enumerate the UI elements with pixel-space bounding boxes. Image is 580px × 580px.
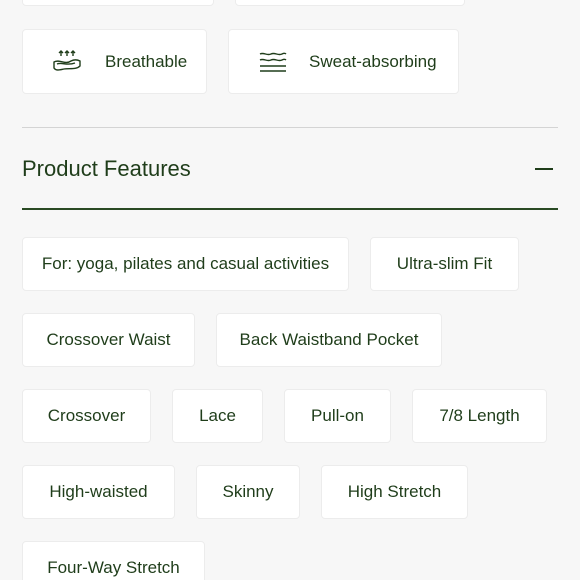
feature-chip: Crossover Waist (22, 313, 195, 367)
attribute-label: Breathable (105, 51, 188, 71)
attribute-chip-sweat-absorbing: Sweat-absorbing (228, 29, 459, 94)
feature-chip: Ultra-slim Fit (370, 237, 519, 291)
breathable-icon (51, 49, 83, 75)
feature-chip: Back Waistband Pocket (216, 313, 442, 367)
feature-chip: Lace (172, 389, 263, 443)
attribute-chip-partial (22, 0, 214, 6)
feature-label: Crossover Waist (46, 330, 171, 349)
collapse-toggle-button[interactable] (533, 158, 555, 180)
attribute-label: Sweat-absorbing (309, 51, 437, 71)
sweat-absorbing-icon (257, 49, 289, 75)
feature-label: Ultra-slim Fit (396, 254, 493, 273)
feature-chip: Crossover (22, 389, 151, 443)
feature-label: Back Waistband Pocket (239, 330, 419, 349)
feature-chip: Skinny (196, 465, 300, 519)
feature-label: High-waisted (49, 482, 148, 501)
feature-label: Crossover (47, 406, 126, 425)
feature-label: Skinny (222, 482, 274, 501)
attribute-chip-partial (235, 0, 465, 6)
feature-chip: High-waisted (22, 465, 175, 519)
feature-label: Pull-on (311, 406, 364, 425)
section-divider-bottom (22, 208, 558, 210)
attribute-chip-breathable: Breathable (22, 29, 207, 94)
feature-chip: Four-Way Stretch (22, 541, 205, 580)
feature-label: High Stretch (347, 482, 442, 501)
feature-chip: 7/8 Length (412, 389, 547, 443)
section-divider-top (22, 127, 558, 128)
feature-chip: For: yoga, pilates and casual activities (22, 237, 349, 291)
feature-chip: High Stretch (321, 465, 468, 519)
feature-label: For: yoga, pilates and casual activities (41, 254, 330, 273)
section-title: Product Features (22, 156, 191, 181)
feature-label: Four-Way Stretch (47, 558, 180, 577)
feature-label: 7/8 Length (439, 406, 520, 425)
feature-label: Lace (199, 406, 236, 425)
minus-icon (535, 168, 553, 170)
feature-chip: Pull-on (284, 389, 391, 443)
